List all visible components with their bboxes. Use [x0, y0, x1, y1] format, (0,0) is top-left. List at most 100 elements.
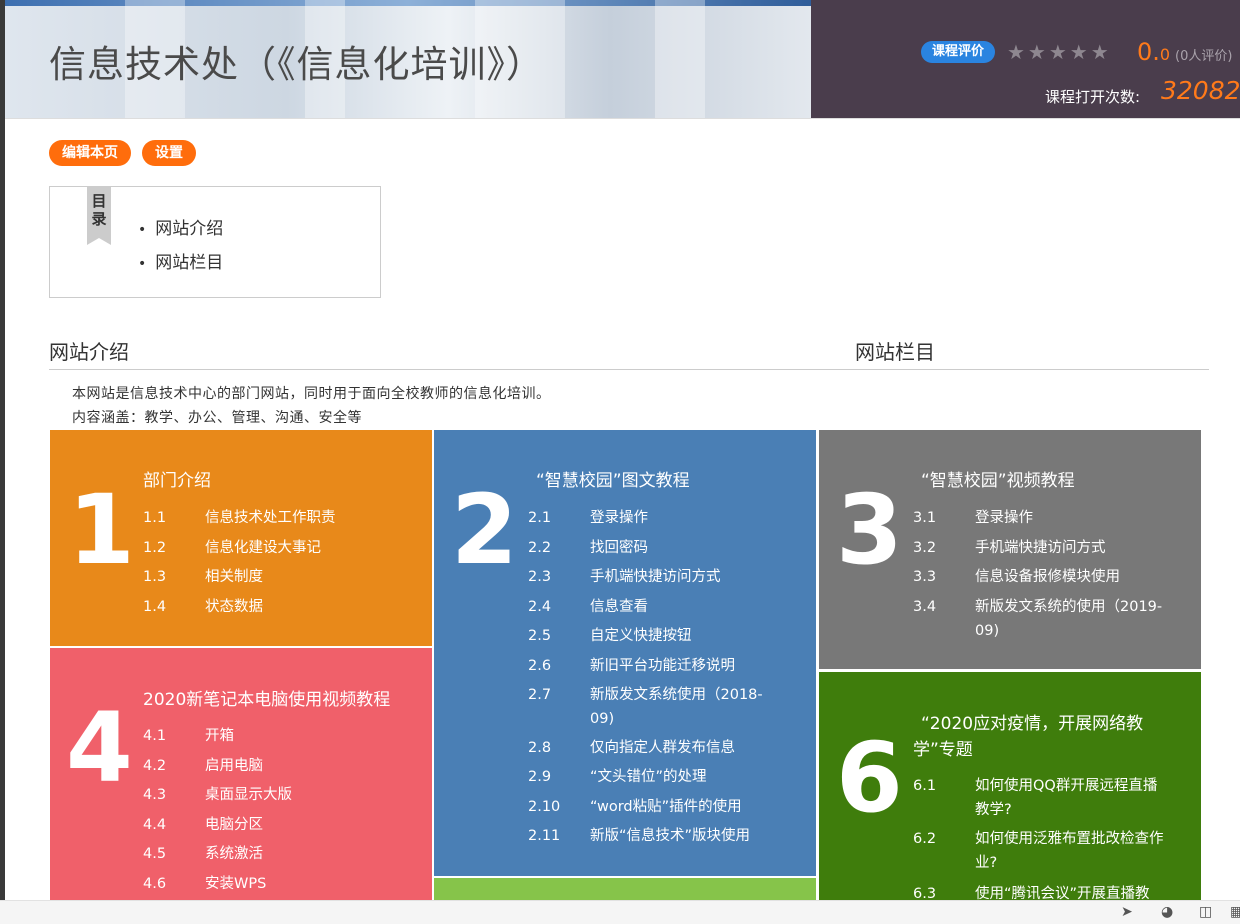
tile-laptop-video: 4 2020新笔记本电脑使用视频教程 4.1 开箱 4.2 启用电脑 4.3 桌面显示…	[50, 648, 432, 900]
item-label: 手机端快捷访问方式	[975, 540, 1106, 556]
tile-title-cont: 学”专题	[913, 740, 973, 760]
tile-title: 2020新笔记本电脑使用视频教程	[143, 690, 391, 710]
item-label: 信息设备报修模块使用	[975, 569, 1120, 585]
rating-stars-icon[interactable]: ★★★★★	[1007, 40, 1112, 64]
section-divider	[49, 369, 1209, 370]
tile-link[interactable]: 1.2 信息化建设大事记	[143, 536, 403, 560]
item-label: 新版发文系统的使用（2019-	[975, 599, 1163, 615]
intro-text-line: 本网站是信息技术中心的部门网站，同时用于面向全校教师的信息化培训。	[72, 386, 551, 402]
item-label: 如何使用QQ群开展远程直播	[975, 778, 1158, 794]
tile-link[interactable]: 4.6 安装WPS	[143, 872, 403, 896]
item-label: 状态数据	[205, 599, 263, 615]
tile-link[interactable]: 2.7 新版发文系统使用（2018- 09)	[528, 683, 798, 731]
rating-count: (0人评价)	[1175, 49, 1233, 64]
tile-link[interactable]: 2.1 登录操作	[528, 506, 798, 530]
tile-link[interactable]: 6.2 如何使用泛雅布置批改检查作 业?	[913, 827, 1183, 875]
tile-link[interactable]: 6.3 使用“腾讯会议”开展直播教	[913, 882, 1183, 900]
item-label: 新版发文系统使用（2018-	[590, 687, 763, 703]
edit-page-button[interactable]: 编辑本页	[49, 140, 131, 166]
tile-link[interactable]: 2.3 手机端快捷访问方式	[528, 565, 798, 589]
item-number: 3.3	[913, 569, 937, 585]
item-label-cont: 业?	[975, 855, 998, 871]
item-label: “文头错位”的处理	[590, 769, 707, 785]
tile-link[interactable]: 2.10 “word粘贴”插件的使用	[528, 795, 798, 819]
open-count-label: 课程打开次数:	[1045, 88, 1141, 106]
item-label: 如何使用泛雅布置批改检查作	[975, 831, 1164, 847]
item-label: 登录操作	[590, 510, 648, 526]
tile-number: 1	[68, 474, 135, 586]
item-label: 信息化建设大事记	[205, 540, 321, 556]
item-number: 6.1	[913, 778, 937, 794]
tile-link[interactable]: 3.3 信息设备报修模块使用	[913, 565, 1183, 589]
toc-tab-char: 目	[91, 192, 107, 210]
header-banner: 信息技术处（《信息化培训》）	[5, 0, 811, 118]
tile-link[interactable]: 4.3 桌面显示大版	[143, 783, 403, 807]
toc-link-intro[interactable]: 网站介绍	[138, 213, 223, 247]
section-heading-intro: 网站介绍	[49, 340, 129, 364]
tile-link[interactable]: 4.2 启用电脑	[143, 754, 403, 778]
item-label: 新版“信息技术”版块使用	[590, 828, 751, 844]
header-divider	[5, 118, 1240, 119]
item-number: 1.2	[143, 540, 167, 556]
settings-button[interactable]: 设置	[142, 140, 196, 166]
tile-link[interactable]: 3.4 新版发文系统的使用（2019- 09)	[913, 595, 1183, 643]
tile-link[interactable]: 2.2 找回密码	[528, 536, 798, 560]
item-number: 2.3	[528, 569, 552, 585]
tile-smart-campus-video: 3 “智慧校园”视频教程 3.1 登录操作 3.2 手机端快捷访问方式 3.3 信息设…	[819, 430, 1201, 669]
tile-link[interactable]: 2.11 新版“信息技术”版块使用	[528, 824, 808, 848]
item-number: 3.4	[913, 599, 937, 615]
item-label: 桌面显示大版	[205, 787, 292, 803]
tile-link[interactable]: 1.4 状态数据	[143, 595, 403, 619]
tile-link[interactable]: 3.2 手机端快捷访问方式	[913, 536, 1183, 560]
item-label: 登录操作	[975, 510, 1033, 526]
tile-link[interactable]: 2.8 仅向指定人群发布信息	[528, 736, 798, 760]
toc-link-columns[interactable]: 网站栏目	[138, 247, 223, 281]
toc-tab-char: 录	[91, 210, 107, 228]
tile-number: 6	[836, 722, 903, 834]
item-number: 2.8	[528, 740, 552, 756]
item-number: 4.2	[143, 758, 167, 774]
item-number: 2.6	[528, 658, 552, 674]
tile-link[interactable]: 2.9 “文头错位”的处理	[528, 765, 798, 789]
item-label-cont: 09)	[975, 623, 1000, 639]
item-number: 2.7	[528, 687, 552, 703]
item-number: 2.11	[528, 828, 561, 844]
tile-link[interactable]: 3.1 登录操作	[913, 506, 1183, 530]
tile-link[interactable]: 4.5 系统激活	[143, 842, 403, 866]
score-decimal: 0	[1159, 45, 1171, 64]
tile-link[interactable]: 4.1 开箱	[143, 724, 403, 748]
tile-link[interactable]: 2.5 自定义快捷按钮	[528, 624, 798, 648]
tile-link[interactable]: 1.1 信息技术处工作职责	[143, 506, 403, 530]
item-label-cont: 09)	[590, 711, 615, 727]
tile-link[interactable]: 6.1 如何使用QQ群开展远程直播 教学?	[913, 774, 1183, 822]
item-label: 电脑分区	[205, 817, 263, 833]
trash-icon[interactable]: ◫	[1199, 904, 1212, 920]
course-rating-button[interactable]: 课程评价	[921, 41, 996, 63]
speed-icon[interactable]: ◕	[1161, 904, 1173, 920]
score-main: 0.	[1137, 38, 1160, 66]
tile-dept-intro: 1 部门介绍 1.1 信息技术处工作职责 1.2 信息化建设大事记 1.3 相关制度 …	[50, 430, 432, 646]
tile-link[interactable]: 2.4 信息查看	[528, 595, 798, 619]
item-number: 4.6	[143, 876, 167, 892]
tile-title: “智慧校园”图文教程	[536, 471, 690, 491]
tile-partial-green	[434, 878, 816, 900]
tile-link[interactable]: 4.4 电脑分区	[143, 813, 403, 837]
item-label: 找回密码	[590, 540, 648, 556]
item-label-cont: 教学?	[975, 802, 1012, 818]
rocket-icon[interactable]: ➤	[1121, 904, 1133, 920]
item-label: 信息查看	[590, 599, 648, 615]
table-of-contents: 目 录 网站介绍 网站栏目	[49, 186, 381, 298]
item-label: 仅向指定人群发布信息	[590, 740, 735, 756]
section-heading-columns: 网站栏目	[855, 340, 935, 364]
item-label: 信息技术处工作职责	[205, 510, 336, 526]
tile-number: 4	[66, 692, 133, 804]
grid-icon[interactable]: ▦	[1230, 904, 1240, 920]
tile-link[interactable]: 2.6 新旧平台功能迁移说明	[528, 654, 798, 678]
item-label: 手机端快捷访问方式	[590, 569, 721, 585]
tile-title: “智慧校园”视频教程	[921, 471, 1075, 491]
item-label: 自定义快捷按钮	[590, 628, 692, 644]
tile-link[interactable]: 1.3 相关制度	[143, 565, 403, 589]
item-label: “word粘贴”插件的使用	[590, 799, 742, 815]
toc-tab: 目 录	[87, 186, 111, 245]
window-left-edge	[0, 0, 5, 923]
